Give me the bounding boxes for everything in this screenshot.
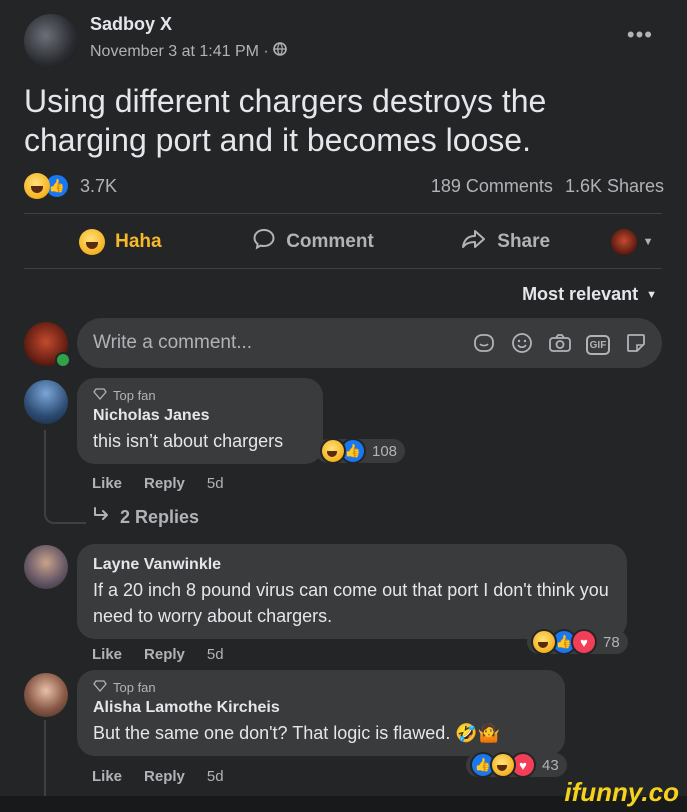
commenter-avatar[interactable] — [24, 673, 68, 717]
comment-text: this isn’t about chargers — [93, 431, 284, 451]
reaction-count: 108 — [372, 442, 398, 460]
reaction-summary: 👍 3.7K 189 Comments 1.6K Shares — [24, 170, 664, 202]
commenter-name[interactable]: Layne Vanwinkle — [93, 556, 611, 574]
profile-avatar-small — [610, 229, 637, 255]
comment-time[interactable]: 5d — [207, 768, 224, 785]
comment-button[interactable]: Comment — [217, 227, 410, 257]
comment-text: If a 20 inch 8 pound virus can come out … — [93, 580, 609, 626]
camera-icon[interactable] — [548, 331, 572, 355]
comment-text: But the same one don't? That logic is fl… — [93, 723, 501, 743]
thread-connector — [44, 510, 86, 524]
haha-reaction-icon — [531, 629, 557, 655]
haha-reaction-icon[interactable] — [24, 173, 50, 199]
post-action-bar: Haha Comment Share ▼ — [24, 216, 662, 268]
comment-label: Comment — [286, 231, 374, 252]
post-author-name[interactable]: Sadboy X — [90, 14, 172, 35]
post-timestamp[interactable]: November 3 at 1:41 PM · — [90, 43, 269, 61]
share-button[interactable]: Share — [409, 227, 602, 257]
haha-label: Haha — [115, 231, 162, 252]
thread-line — [44, 430, 46, 512]
comment-input[interactable]: Write a comment... GIF — [77, 318, 662, 368]
watermark-logo: ifunny.co — [564, 777, 679, 807]
haha-reaction-icon — [490, 752, 516, 778]
replies-label: 2 Replies — [120, 507, 200, 527]
like-button[interactable]: Like — [92, 646, 122, 663]
post-stats: 189 Comments 1.6K Shares — [431, 176, 664, 197]
chevron-down-icon: ▼ — [646, 288, 657, 301]
avatar-sticker-icon[interactable] — [472, 331, 496, 355]
comment-actions: Like Reply 5d — [92, 646, 224, 663]
diamond-icon — [93, 388, 107, 403]
reaction-count: 43 — [542, 756, 559, 774]
comment-input-placeholder: Write a comment... — [93, 332, 253, 353]
comment-reactions[interactable]: 👍 ♥ 78 — [527, 629, 628, 655]
comment-count[interactable]: 189 Comments — [431, 176, 553, 197]
comment-icon — [252, 227, 276, 257]
share-label: Share — [497, 231, 551, 252]
reaction-as-selector[interactable]: ▼ — [602, 229, 662, 255]
view-replies-button[interactable]: 2 Replies — [92, 506, 199, 529]
comment-actions: Like Reply 5d — [92, 768, 224, 785]
post-meta: November 3 at 1:41 PM · — [90, 42, 287, 61]
divider — [24, 268, 662, 269]
top-fan-badge: Top fan — [93, 388, 307, 403]
commenter-avatar[interactable] — [24, 545, 68, 589]
like-button[interactable]: Like — [92, 475, 122, 492]
commenter-name[interactable]: Alisha Lamothe Kircheis — [93, 699, 549, 717]
chevron-down-icon: ▼ — [642, 236, 654, 248]
diamond-icon — [93, 680, 107, 695]
comment-actions: Like Reply 5d — [92, 475, 224, 492]
comment-bubble: Top fan Alisha Lamothe Kircheis But the … — [77, 670, 565, 756]
top-fan-label: Top fan — [113, 388, 156, 403]
thread-line — [44, 720, 46, 796]
comment-time[interactable]: 5d — [207, 646, 224, 663]
reaction-count[interactable]: 3.7K — [80, 176, 117, 197]
post-author-avatar[interactable] — [24, 14, 78, 68]
sort-label: Most relevant — [522, 284, 639, 304]
haha-button[interactable]: Haha — [24, 229, 217, 255]
reply-button[interactable]: Reply — [144, 646, 185, 663]
reply-button[interactable]: Reply — [144, 768, 185, 785]
comment-time[interactable]: 5d — [207, 475, 224, 492]
comment-reactions[interactable]: 👍 108 — [316, 438, 406, 464]
commenter-avatar[interactable] — [24, 380, 68, 424]
comment-bubble: Layne Vanwinkle If a 20 inch 8 pound vir… — [77, 544, 627, 639]
haha-icon — [79, 229, 106, 255]
sticker-icon[interactable] — [624, 331, 648, 355]
haha-reaction-icon — [320, 438, 346, 464]
top-fan-label: Top fan — [113, 680, 156, 695]
comment-bubble: Top fan Nicholas Janes this isn’t about … — [77, 378, 323, 464]
share-count[interactable]: 1.6K Shares — [565, 176, 664, 197]
share-icon — [461, 227, 487, 257]
love-reaction-icon: ♥ — [571, 629, 597, 655]
reaction-count: 78 — [603, 633, 620, 651]
commenter-name[interactable]: Nicholas Janes — [93, 407, 307, 425]
emoji-icon[interactable] — [510, 331, 534, 355]
top-fan-badge: Top fan — [93, 680, 549, 695]
online-status-dot — [55, 352, 71, 368]
composer-tools: GIF — [472, 331, 648, 355]
post-text: Using different chargers destroys the ch… — [24, 83, 547, 158]
reply-arrow-icon — [92, 506, 112, 529]
more-options-icon[interactable]: ••• — [627, 22, 653, 48]
comment-sort-dropdown[interactable]: Most relevant ▼ — [522, 284, 657, 305]
reply-button[interactable]: Reply — [144, 475, 185, 492]
globe-icon — [272, 42, 287, 61]
comment-reactions[interactable]: 👍 ♥ 43 — [466, 752, 567, 778]
like-button[interactable]: Like — [92, 768, 122, 785]
divider — [24, 213, 662, 214]
gif-icon[interactable]: GIF — [586, 335, 610, 355]
